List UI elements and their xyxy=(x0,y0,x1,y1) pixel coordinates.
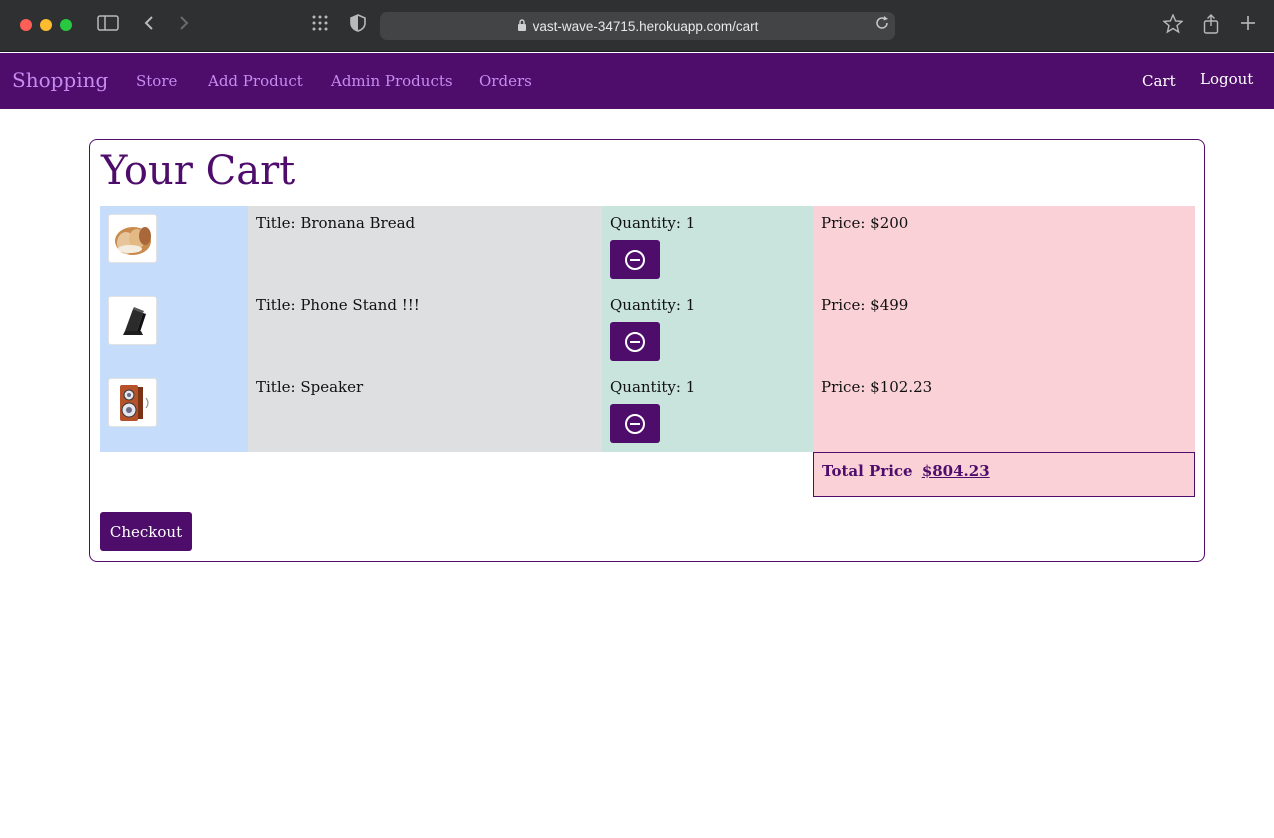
lock-icon xyxy=(517,18,527,34)
product-image-cell xyxy=(100,370,248,452)
speaker-image xyxy=(108,378,157,427)
total-price-value[interactable]: $804.23 xyxy=(922,462,990,480)
minus-circle-icon xyxy=(625,331,645,352)
back-icon[interactable] xyxy=(140,14,158,38)
app-navbar: Shopping Store Add Product Admin Product… xyxy=(0,53,1274,109)
remove-item-button[interactable] xyxy=(610,322,660,361)
shield-icon[interactable] xyxy=(348,14,368,38)
cart-row: Title: Phone Stand !!! Quantity: 1 Price… xyxy=(100,288,1195,370)
total-price-box: Total Price $804.23 xyxy=(813,452,1195,497)
forward-icon[interactable] xyxy=(175,14,193,38)
nav-link-cart[interactable]: Cart xyxy=(1142,72,1176,90)
close-window-button[interactable] xyxy=(20,19,32,31)
product-title: Title: Speaker xyxy=(248,370,602,452)
quantity-label: Quantity: 1 xyxy=(610,296,696,314)
product-image-cell xyxy=(100,288,248,370)
product-price: Price: $499 xyxy=(813,288,1195,370)
cart-row: Title: Bronana Bread Quantity: 1 Price: … xyxy=(100,206,1195,288)
tab-grid-icon[interactable] xyxy=(310,14,330,38)
checkout-button[interactable]: Checkout xyxy=(100,512,192,551)
reload-icon[interactable] xyxy=(875,16,889,33)
bookmark-star-icon[interactable] xyxy=(1162,13,1184,38)
minus-circle-icon xyxy=(625,413,645,434)
share-icon[interactable] xyxy=(1201,14,1221,38)
cart-row: Title: Speaker Quantity: 1 Price: $102.2… xyxy=(100,370,1195,452)
new-tab-icon[interactable] xyxy=(1238,14,1258,38)
url-text: vast-wave-34715.herokuapp.com/cart xyxy=(532,18,759,34)
cart-table: Title: Bronana Bread Quantity: 1 Price: … xyxy=(100,206,1195,452)
product-image-cell xyxy=(100,206,248,288)
remove-item-button[interactable] xyxy=(610,404,660,443)
quantity-cell: Quantity: 1 xyxy=(602,288,813,370)
cart-card: Your Cart Title: Bronana Bread Quantity:… xyxy=(89,139,1205,562)
page-title: Your Cart xyxy=(101,148,296,194)
product-title: Title: Phone Stand !!! xyxy=(248,288,602,370)
minus-circle-icon xyxy=(625,249,645,270)
quantity-cell: Quantity: 1 xyxy=(602,370,813,452)
nav-link-store[interactable]: Store xyxy=(136,72,177,90)
address-bar[interactable]: vast-wave-34715.herokuapp.com/cart xyxy=(380,12,895,40)
product-title: Title: Bronana Bread xyxy=(248,206,602,288)
logout-button[interactable]: Logout xyxy=(1200,70,1253,88)
phone-stand-image xyxy=(108,296,157,345)
browser-toolbar: vast-wave-34715.herokuapp.com/cart xyxy=(0,0,1274,52)
zoom-window-button[interactable] xyxy=(60,19,72,31)
quantity-label: Quantity: 1 xyxy=(610,214,696,232)
minimize-window-button[interactable] xyxy=(40,19,52,31)
brand-link[interactable]: Shopping xyxy=(12,68,108,92)
sidebar-toggle-icon[interactable] xyxy=(96,14,120,38)
quantity-cell: Quantity: 1 xyxy=(602,206,813,288)
product-price: Price: $200 xyxy=(813,206,1195,288)
nav-link-admin-products[interactable]: Admin Products xyxy=(331,72,453,90)
quantity-label: Quantity: 1 xyxy=(610,378,696,396)
total-price-label: Total Price xyxy=(822,462,913,480)
remove-item-button[interactable] xyxy=(610,240,660,279)
nav-link-orders[interactable]: Orders xyxy=(479,72,532,90)
product-price: Price: $102.23 xyxy=(813,370,1195,452)
bread-image xyxy=(108,214,157,263)
nav-link-add-product[interactable]: Add Product xyxy=(208,72,303,90)
